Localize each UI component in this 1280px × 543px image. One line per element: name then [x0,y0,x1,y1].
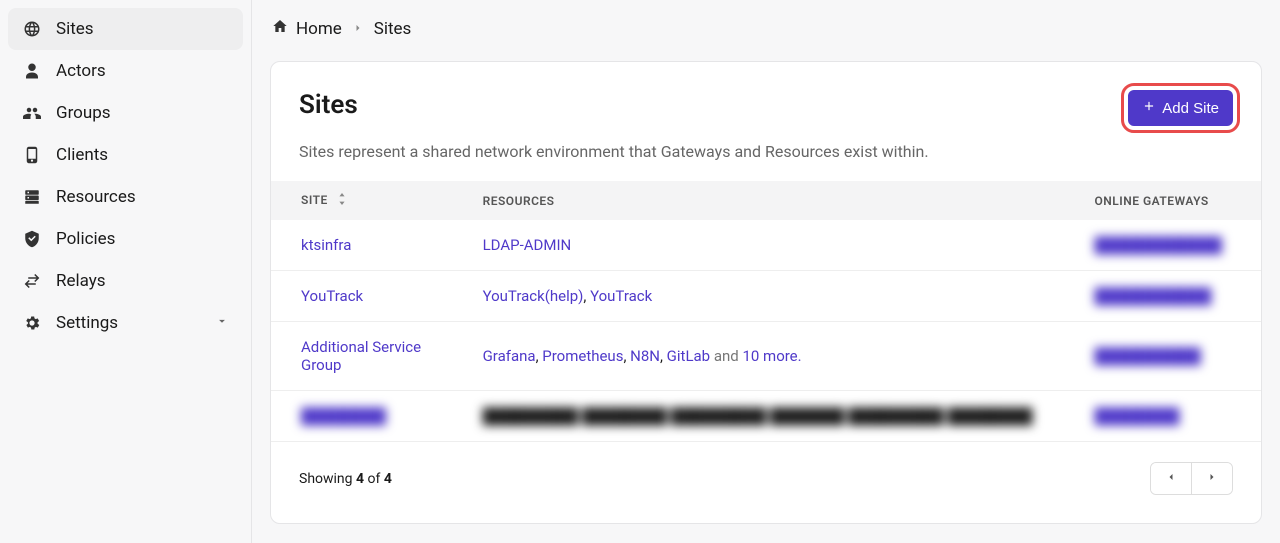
page-title: Sites [299,90,358,120]
sidebar-item-resources[interactable]: Resources [8,176,243,218]
site-link[interactable]: Additional Service Group [301,338,441,374]
col-site-label: SITE [301,193,328,207]
sidebar-item-label: Sites [56,19,94,39]
col-site[interactable]: SITE [271,181,467,220]
showing-text: Showing 4 of 4 [299,471,392,487]
site-link[interactable]: ████████ [301,407,386,425]
table-row: Additional Service Group Grafana, Prometh… [271,322,1261,391]
main-content: Home Sites Sites Add Site Sites [252,0,1280,543]
globe-icon [22,19,42,39]
plus-icon [1142,99,1156,117]
sidebar-item-label: Actors [56,61,106,81]
col-gateways: ONLINE GATEWAYS [1079,181,1261,220]
breadcrumb-home-label: Home [296,19,342,39]
sidebar-item-label: Settings [56,313,118,333]
breadcrumb: Home Sites [252,0,1280,47]
resources-cell: █████████ ████████ █████████ ███████ ███… [467,391,1079,442]
shield-icon [22,229,42,249]
site-link[interactable]: ktsinfra [301,236,351,254]
gateway-value: ███████████ [1095,287,1212,305]
resources-cell: LDAP-ADMIN [467,220,1079,271]
resource-text: , [660,347,667,365]
sidebar-item-clients[interactable]: Clients [8,134,243,176]
user-icon [22,61,42,81]
resource-link[interactable]: Grafana [483,347,536,365]
resource-link[interactable]: N8N [630,347,660,365]
table-row: YouTrackYouTrack(help), YouTrack████████… [271,271,1261,322]
sidebar-item-label: Clients [56,145,108,165]
resource-link[interactable]: YouTrack(help) [483,287,584,305]
resource-link[interactable]: GitLab [667,347,710,365]
add-site-label: Add Site [1162,100,1219,117]
resources-cell: Grafana, Prometheus, N8N, GitLab and 10 … [467,322,1079,391]
sort-icon [337,193,347,208]
site-link[interactable]: YouTrack [301,287,363,305]
sidebar-item-groups[interactable]: Groups [8,92,243,134]
add-site-highlight: Add Site [1128,90,1233,126]
gateway-value: ██████████ [1095,347,1201,365]
resource-link[interactable]: Prometheus [542,347,623,365]
sidebar-item-sites[interactable]: Sites [8,8,243,50]
pager [1150,462,1233,495]
resource-text: and [710,347,742,365]
page-next-button[interactable] [1191,463,1232,494]
gear-icon [22,313,42,333]
sidebar-item-label: Resources [56,187,136,207]
gateway-value: ████████████ [1095,236,1223,254]
resource-link[interactable]: 10 more. [742,347,801,365]
users-icon [22,103,42,123]
sidebar: Sites Actors Groups Clients Resources [0,0,252,543]
col-resources: RESOURCES [467,181,1079,220]
sidebar-item-settings[interactable]: Settings [8,302,243,344]
resources-cell: YouTrack(help), YouTrack [467,271,1079,322]
resource-link[interactable]: YouTrack [590,287,652,305]
add-site-button[interactable]: Add Site [1128,90,1233,126]
sidebar-item-actors[interactable]: Actors [8,50,243,92]
swap-icon [22,271,42,291]
phone-icon [22,145,42,165]
sidebar-item-relays[interactable]: Relays [8,260,243,302]
resource-link[interactable]: LDAP-ADMIN [483,236,572,254]
server-icon [22,187,42,207]
sidebar-item-label: Groups [56,103,111,123]
table-footer: Showing 4 of 4 [271,442,1261,499]
page-subtitle: Sites represent a shared network environ… [271,142,1261,181]
chevron-down-icon [215,313,229,333]
sidebar-item-label: Relays [56,271,106,291]
breadcrumb-current: Sites [374,19,412,39]
sidebar-item-policies[interactable]: Policies [8,218,243,260]
table-row: ktsinfra LDAP-ADMIN ████████████ [271,220,1261,271]
page-prev-button[interactable] [1151,463,1191,494]
resource-text: █████████ ████████ █████████ ███████ ███… [483,407,1033,425]
sidebar-item-label: Policies [56,229,115,249]
sites-table: SITE RESOURCES ONLINE GATEWAYS ktsinfra L… [271,181,1261,442]
gateway-value: ████████ [1095,407,1180,425]
sites-card: Sites Add Site Sites represent a shared … [270,61,1262,524]
chevron-right-icon [352,19,364,39]
home-icon [272,18,288,39]
breadcrumb-home[interactable]: Home [272,18,342,39]
table-row: ████████ █████████ ████████ █████████ ███… [271,391,1261,442]
